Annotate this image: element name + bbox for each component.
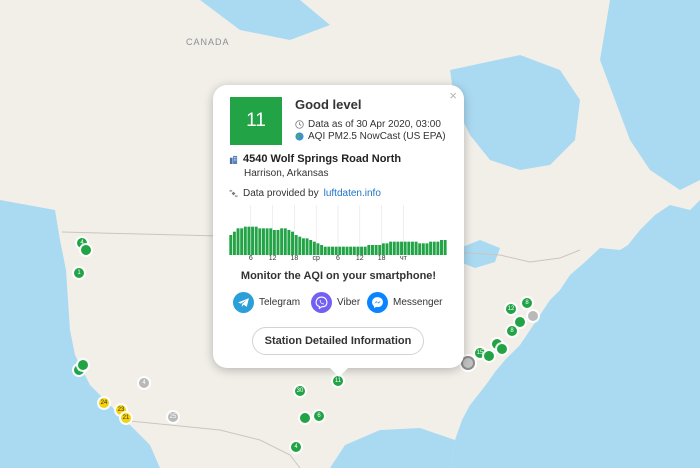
popup-pointer: [330, 368, 348, 377]
chart-bar: [287, 230, 291, 255]
building-icon: [229, 155, 238, 164]
chart-tick-label: 6: [336, 255, 340, 262]
chart-bar: [247, 226, 251, 255]
index-type-line: AQI PM2.5 NowCast (US EPA): [295, 131, 446, 142]
station-city: Harrison, Arkansas: [244, 168, 329, 179]
station-marker[interactable]: 21: [121, 413, 131, 423]
telegram-label: Telegram: [259, 297, 301, 308]
station-marker[interactable]: [484, 351, 494, 361]
station-marker[interactable]: 30: [295, 386, 305, 396]
chart-axis: 6 12 18 ср 6 12 18 чт: [229, 253, 447, 265]
station-marker[interactable]: 25: [168, 412, 178, 422]
chart-tick-label: 6: [248, 255, 253, 262]
chart-tick-label: чт: [399, 255, 407, 262]
viber-icon: [311, 292, 332, 313]
telegram-icon: [233, 292, 254, 313]
aqi-value-badge: 11: [230, 97, 282, 145]
station-marker[interactable]: [300, 413, 310, 423]
chart-bar: [240, 228, 244, 255]
chart-bar: [229, 235, 233, 255]
provider-prefix: Data provided by: [243, 188, 319, 199]
chart-bar: [276, 230, 280, 255]
station-popup: × 11 Good level Data as of 30 Apr 2020, …: [213, 85, 464, 377]
station-marker[interactable]: 11: [333, 376, 343, 386]
station-detail-button[interactable]: Station Detailed Information: [252, 327, 424, 355]
provider-link[interactable]: luftdaten.info: [324, 188, 381, 199]
chart-bar: [280, 228, 284, 255]
monitor-promo-text: Monitor the AQI on your smartphone!: [240, 270, 437, 282]
aqi-history-chart: [229, 205, 447, 255]
station-marker[interactable]: 12: [506, 304, 516, 314]
station-marker[interactable]: 8: [522, 298, 532, 308]
messenger-icon: [367, 292, 388, 313]
chart-tick-label: 18: [290, 255, 299, 262]
station-marker[interactable]: 4: [139, 378, 149, 388]
station-marker[interactable]: 1: [74, 268, 84, 278]
data-timestamp-line: Data as of 30 Apr 2020, 03:00: [295, 119, 441, 130]
chart-bar: [258, 228, 262, 255]
chart-bar: [294, 235, 298, 255]
station-address-text: 4540 Wolf Springs Road North: [243, 153, 402, 165]
chart-bar: [291, 231, 294, 255]
chart-bar: [254, 226, 258, 255]
station-marker[interactable]: [81, 245, 91, 255]
station-marker[interactable]: [78, 360, 88, 370]
clock-icon: [295, 120, 304, 129]
data-timestamp: Data as of 30 Apr 2020, 03:00: [308, 119, 441, 130]
satellite-icon: [229, 189, 238, 198]
viber-label: Viber: [337, 297, 361, 308]
chart-bar: [269, 228, 273, 255]
index-type: AQI PM2.5 NowCast (US EPA): [308, 131, 446, 142]
chart-tick-label: 12: [355, 255, 364, 262]
globe-icon: [295, 132, 304, 141]
data-provider-line: Data provided by luftdaten.info: [229, 188, 381, 199]
chart-tick-label: ср: [312, 255, 320, 262]
chart-bar: [243, 226, 247, 255]
station-marker[interactable]: [515, 317, 525, 327]
chart-bar: [236, 228, 240, 255]
station-marker[interactable]: 4: [291, 442, 301, 452]
chart-bar: [283, 228, 287, 255]
chart-bar: [265, 228, 269, 255]
country-label-canada: CANADA: [186, 37, 230, 47]
station-marker[interactable]: [497, 344, 507, 354]
station-marker[interactable]: 24: [99, 398, 109, 408]
station-marker[interactable]: 8: [507, 326, 517, 336]
chart-tick-label: 18: [377, 255, 386, 262]
viber-button[interactable]: Viber: [311, 292, 360, 313]
chart-bar: [272, 230, 276, 255]
station-marker[interactable]: [528, 311, 538, 321]
station-marker[interactable]: 6: [314, 411, 324, 421]
aqi-level-title: Good level: [295, 97, 362, 112]
station-address: 4540 Wolf Springs Road North: [229, 153, 401, 165]
messenger-label: Messenger: [393, 297, 443, 308]
messenger-button[interactable]: Messenger: [367, 292, 442, 313]
telegram-button[interactable]: Telegram: [233, 292, 300, 313]
chart-tick-label: 12: [268, 255, 277, 262]
chart-bar: [262, 228, 265, 255]
chart-bar: [251, 226, 255, 255]
chart-bar: [232, 231, 236, 255]
close-button[interactable]: ×: [449, 88, 457, 103]
